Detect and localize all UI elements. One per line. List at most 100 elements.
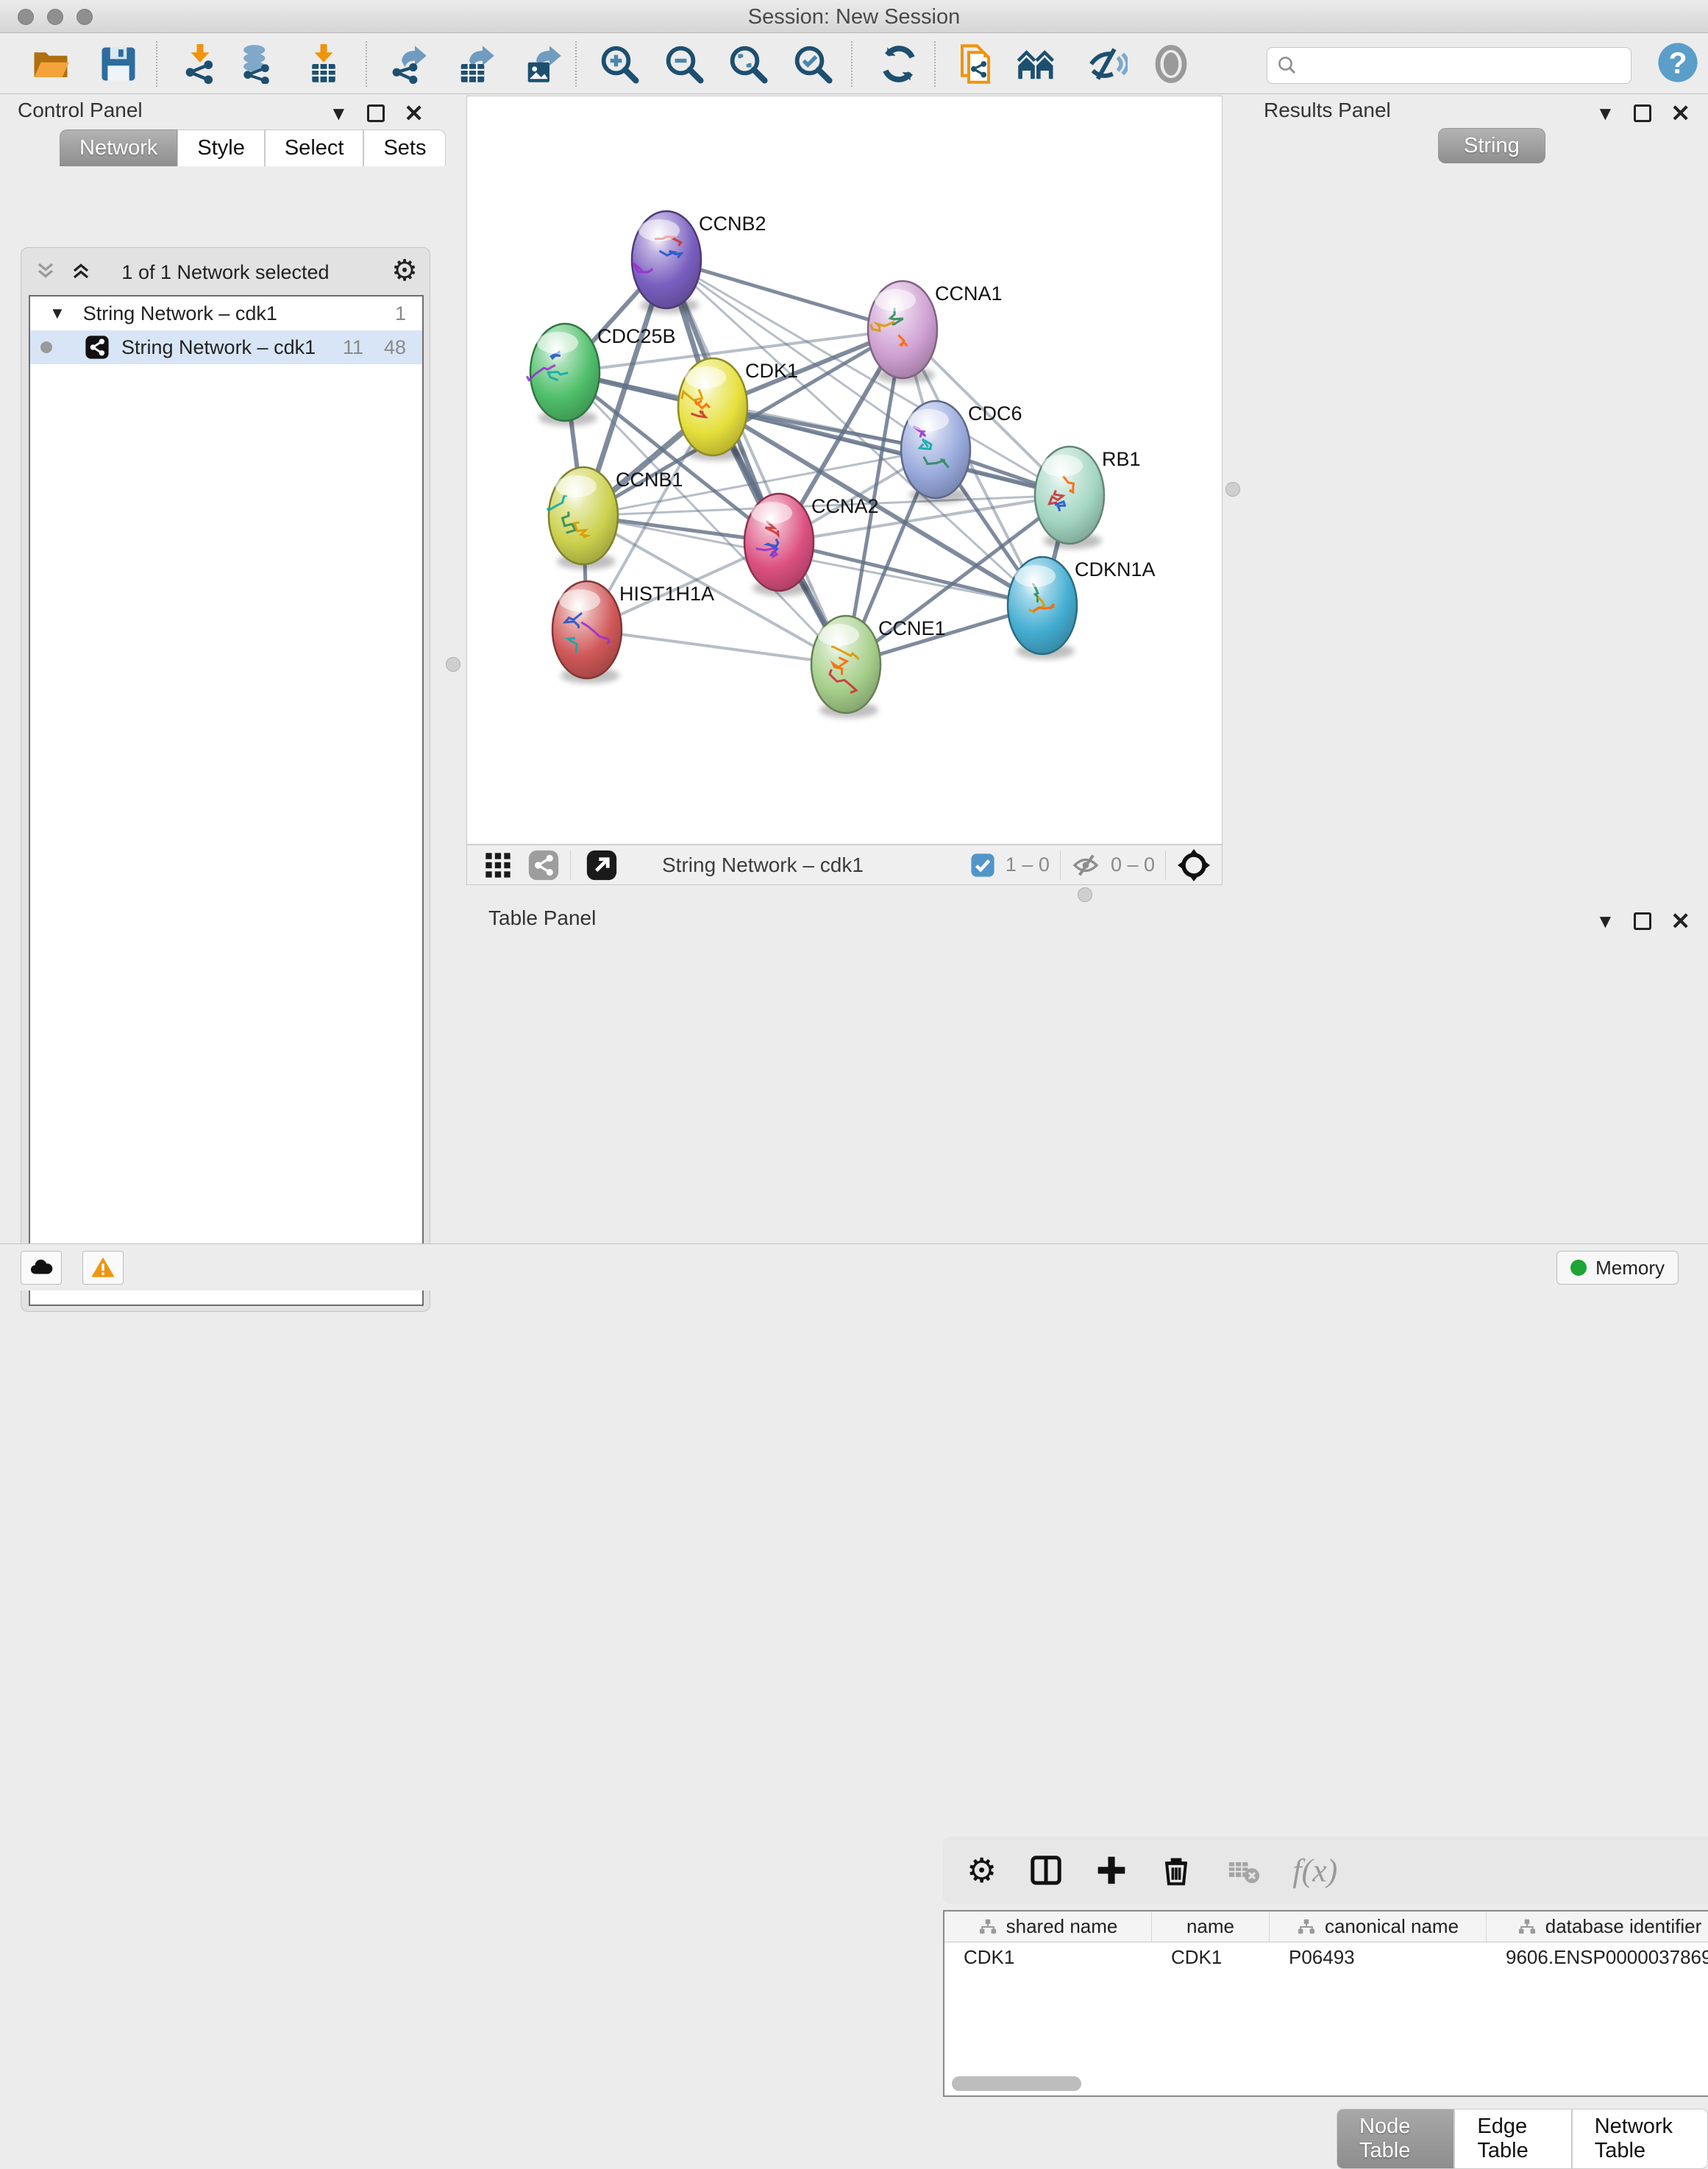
network-edge[interactable] [666, 260, 903, 330]
table-options-gear-icon[interactable]: ⚙ [967, 1850, 997, 1890]
search-input[interactable] [1267, 47, 1632, 84]
selected-checkbox-icon[interactable] [970, 853, 995, 878]
table-cell: CDK1 [944, 1942, 1152, 1972]
column-label: name [1186, 1915, 1234, 1938]
float-results-icon[interactable] [1634, 104, 1651, 122]
warnings-button[interactable] [82, 1251, 124, 1285]
close-panel-icon[interactable]: ✕ [404, 102, 424, 125]
main-toolbar: ? [0, 34, 1708, 94]
zoom-selected-icon[interactable] [793, 44, 833, 84]
tab-sets[interactable]: Sets [363, 129, 446, 166]
collapse-table-icon[interactable]: ▼ [1595, 912, 1615, 931]
network-options-gear-icon[interactable]: ⚙ [391, 254, 418, 288]
tab-style[interactable]: Style [177, 129, 264, 166]
apply-layout-icon[interactable] [879, 44, 919, 84]
network-edge[interactable] [587, 630, 846, 664]
network-status-dot [40, 341, 52, 353]
grid-view-icon[interactable] [483, 851, 513, 880]
network-node-ccna1[interactable]: CCNA1 [868, 281, 1003, 383]
node-table[interactable]: shared name name canonical name database id… [943, 1910, 1708, 2097]
network-canvas[interactable]: CCNB2CCNA1CDC25BCDK1CDC6RB1CCNB1CCNA2CDK… [466, 96, 1223, 845]
fit-selected-crosshair-icon[interactable] [1176, 848, 1211, 883]
network-edge[interactable] [779, 542, 1042, 606]
column-header-canonical-name[interactable]: canonical name [1270, 1911, 1487, 1942]
network-node-rb1[interactable]: RB1 [1035, 447, 1141, 549]
network-node-ccnb2[interactable]: CCNB2 [632, 211, 766, 313]
svg-text:?: ? [1668, 46, 1687, 80]
node-label-cdc6: CDC6 [968, 402, 1022, 425]
tab-string[interactable]: String [1438, 128, 1545, 163]
network-node-ccne1[interactable]: CCNE1 [811, 616, 946, 718]
collapse-panel-icon[interactable]: ▼ [329, 104, 348, 123]
network-tree: ▼ String Network – cdk1 1 String Network… [29, 295, 424, 1306]
column-header-database-identifier[interactable]: database identifier [1487, 1911, 1708, 1942]
search-icon [1276, 54, 1298, 77]
import-network-icon[interactable] [180, 44, 220, 84]
network-node-cdkn1a[interactable]: CDKN1A [1008, 557, 1156, 659]
open-in-window-icon[interactable] [586, 849, 618, 881]
float-table-icon[interactable] [1634, 912, 1651, 930]
import-network-database-icon[interactable] [236, 44, 276, 84]
node-label-ccnb2: CCNB2 [699, 213, 766, 235]
add-column-icon[interactable] [1095, 1854, 1128, 1886]
export-image-icon[interactable] [523, 44, 563, 84]
tab-network-table[interactable]: Network Table [1572, 2109, 1708, 2169]
show-columns-icon[interactable] [1029, 1853, 1063, 1887]
export-network-icon[interactable] [388, 44, 428, 84]
table-row[interactable]: CDK1CDK1P064939606.ENSP00000378699cyclin… [944, 1942, 1708, 1972]
zoom-in-icon[interactable] [599, 44, 639, 84]
column-header-shared-name[interactable]: shared name [944, 1911, 1152, 1942]
network-edge-count: 48 [384, 336, 406, 359]
column-label: canonical name [1325, 1915, 1459, 1938]
clone-network-icon[interactable] [956, 44, 995, 84]
left-splitter-handle[interactable] [446, 657, 460, 672]
birdseye-eye-icon[interactable] [1151, 44, 1191, 84]
delete-column-icon[interactable] [1160, 1854, 1192, 1886]
tab-node-table[interactable]: Node Table [1337, 2109, 1454, 2169]
save-session-icon[interactable] [99, 44, 138, 84]
open-session-icon[interactable] [31, 44, 71, 84]
collection-count: 1 [395, 302, 406, 325]
tab-network[interactable]: Network [60, 129, 177, 166]
title-bar: Session: New Session [0, 0, 1708, 33]
string-network-icon [85, 335, 110, 360]
table-horizontal-scrollbar[interactable] [952, 2076, 1081, 2091]
help-icon[interactable]: ? [1657, 41, 1699, 84]
node-label-cdk1: CDK1 [745, 360, 798, 382]
close-table-icon[interactable]: ✕ [1670, 909, 1690, 933]
collapse-results-icon[interactable]: ▼ [1595, 104, 1615, 123]
tab-select[interactable]: Select [265, 129, 364, 166]
table-toolbar: ⚙ f(x) [943, 1836, 1708, 1904]
export-table-icon[interactable] [456, 44, 496, 84]
horizontal-splitter-handle[interactable] [1078, 887, 1092, 902]
network-view-title: String Network – cdk1 [662, 853, 864, 877]
show-all-panels-icon[interactable] [1017, 44, 1056, 84]
memory-button[interactable]: Memory [1556, 1251, 1679, 1285]
hide-unhide-icon[interactable] [1088, 44, 1128, 84]
network-collection-row[interactable]: ▼ String Network – cdk1 1 [30, 297, 422, 330]
column-header-name[interactable]: name [1152, 1911, 1270, 1942]
network-label: String Network – cdk1 [121, 336, 316, 359]
zoom-out-icon[interactable] [664, 44, 704, 84]
zoom-fit-icon[interactable] [728, 44, 768, 84]
hidden-eye-icon[interactable] [1071, 851, 1100, 880]
network-row-selected[interactable]: String Network – cdk1 11 48 [30, 330, 422, 364]
node-label-ccna1: CCNA1 [935, 283, 1003, 305]
cloud-button[interactable] [21, 1251, 62, 1285]
table-cell: CDK1 [1152, 1942, 1270, 1972]
column-label: database identifier [1545, 1915, 1701, 1938]
table-type-tabs: Node TableEdge TableNetwork Table [1337, 2109, 1708, 2169]
selected-counts: 1 – 0 [1006, 853, 1050, 876]
float-panel-icon[interactable] [367, 104, 385, 122]
network-share-icon[interactable] [527, 849, 560, 881]
import-table-icon[interactable] [304, 44, 344, 84]
table-cell: 9606.ENSP00000378699 [1487, 1942, 1708, 1972]
network-node-hist1h1a[interactable]: HIST1H1A [552, 581, 714, 684]
tab-edge-table[interactable]: Edge Table [1454, 2109, 1571, 2169]
close-results-icon[interactable]: ✕ [1670, 102, 1690, 125]
window-title: Session: New Session [0, 5, 1708, 29]
control-panel-tabs: NetworkStyleSelectSets [60, 129, 446, 166]
network-node-ccnb1[interactable]: CCNB1 [547, 467, 683, 569]
collection-expander-icon[interactable]: ▼ [49, 304, 65, 323]
right-splitter-handle[interactable] [1225, 482, 1240, 497]
